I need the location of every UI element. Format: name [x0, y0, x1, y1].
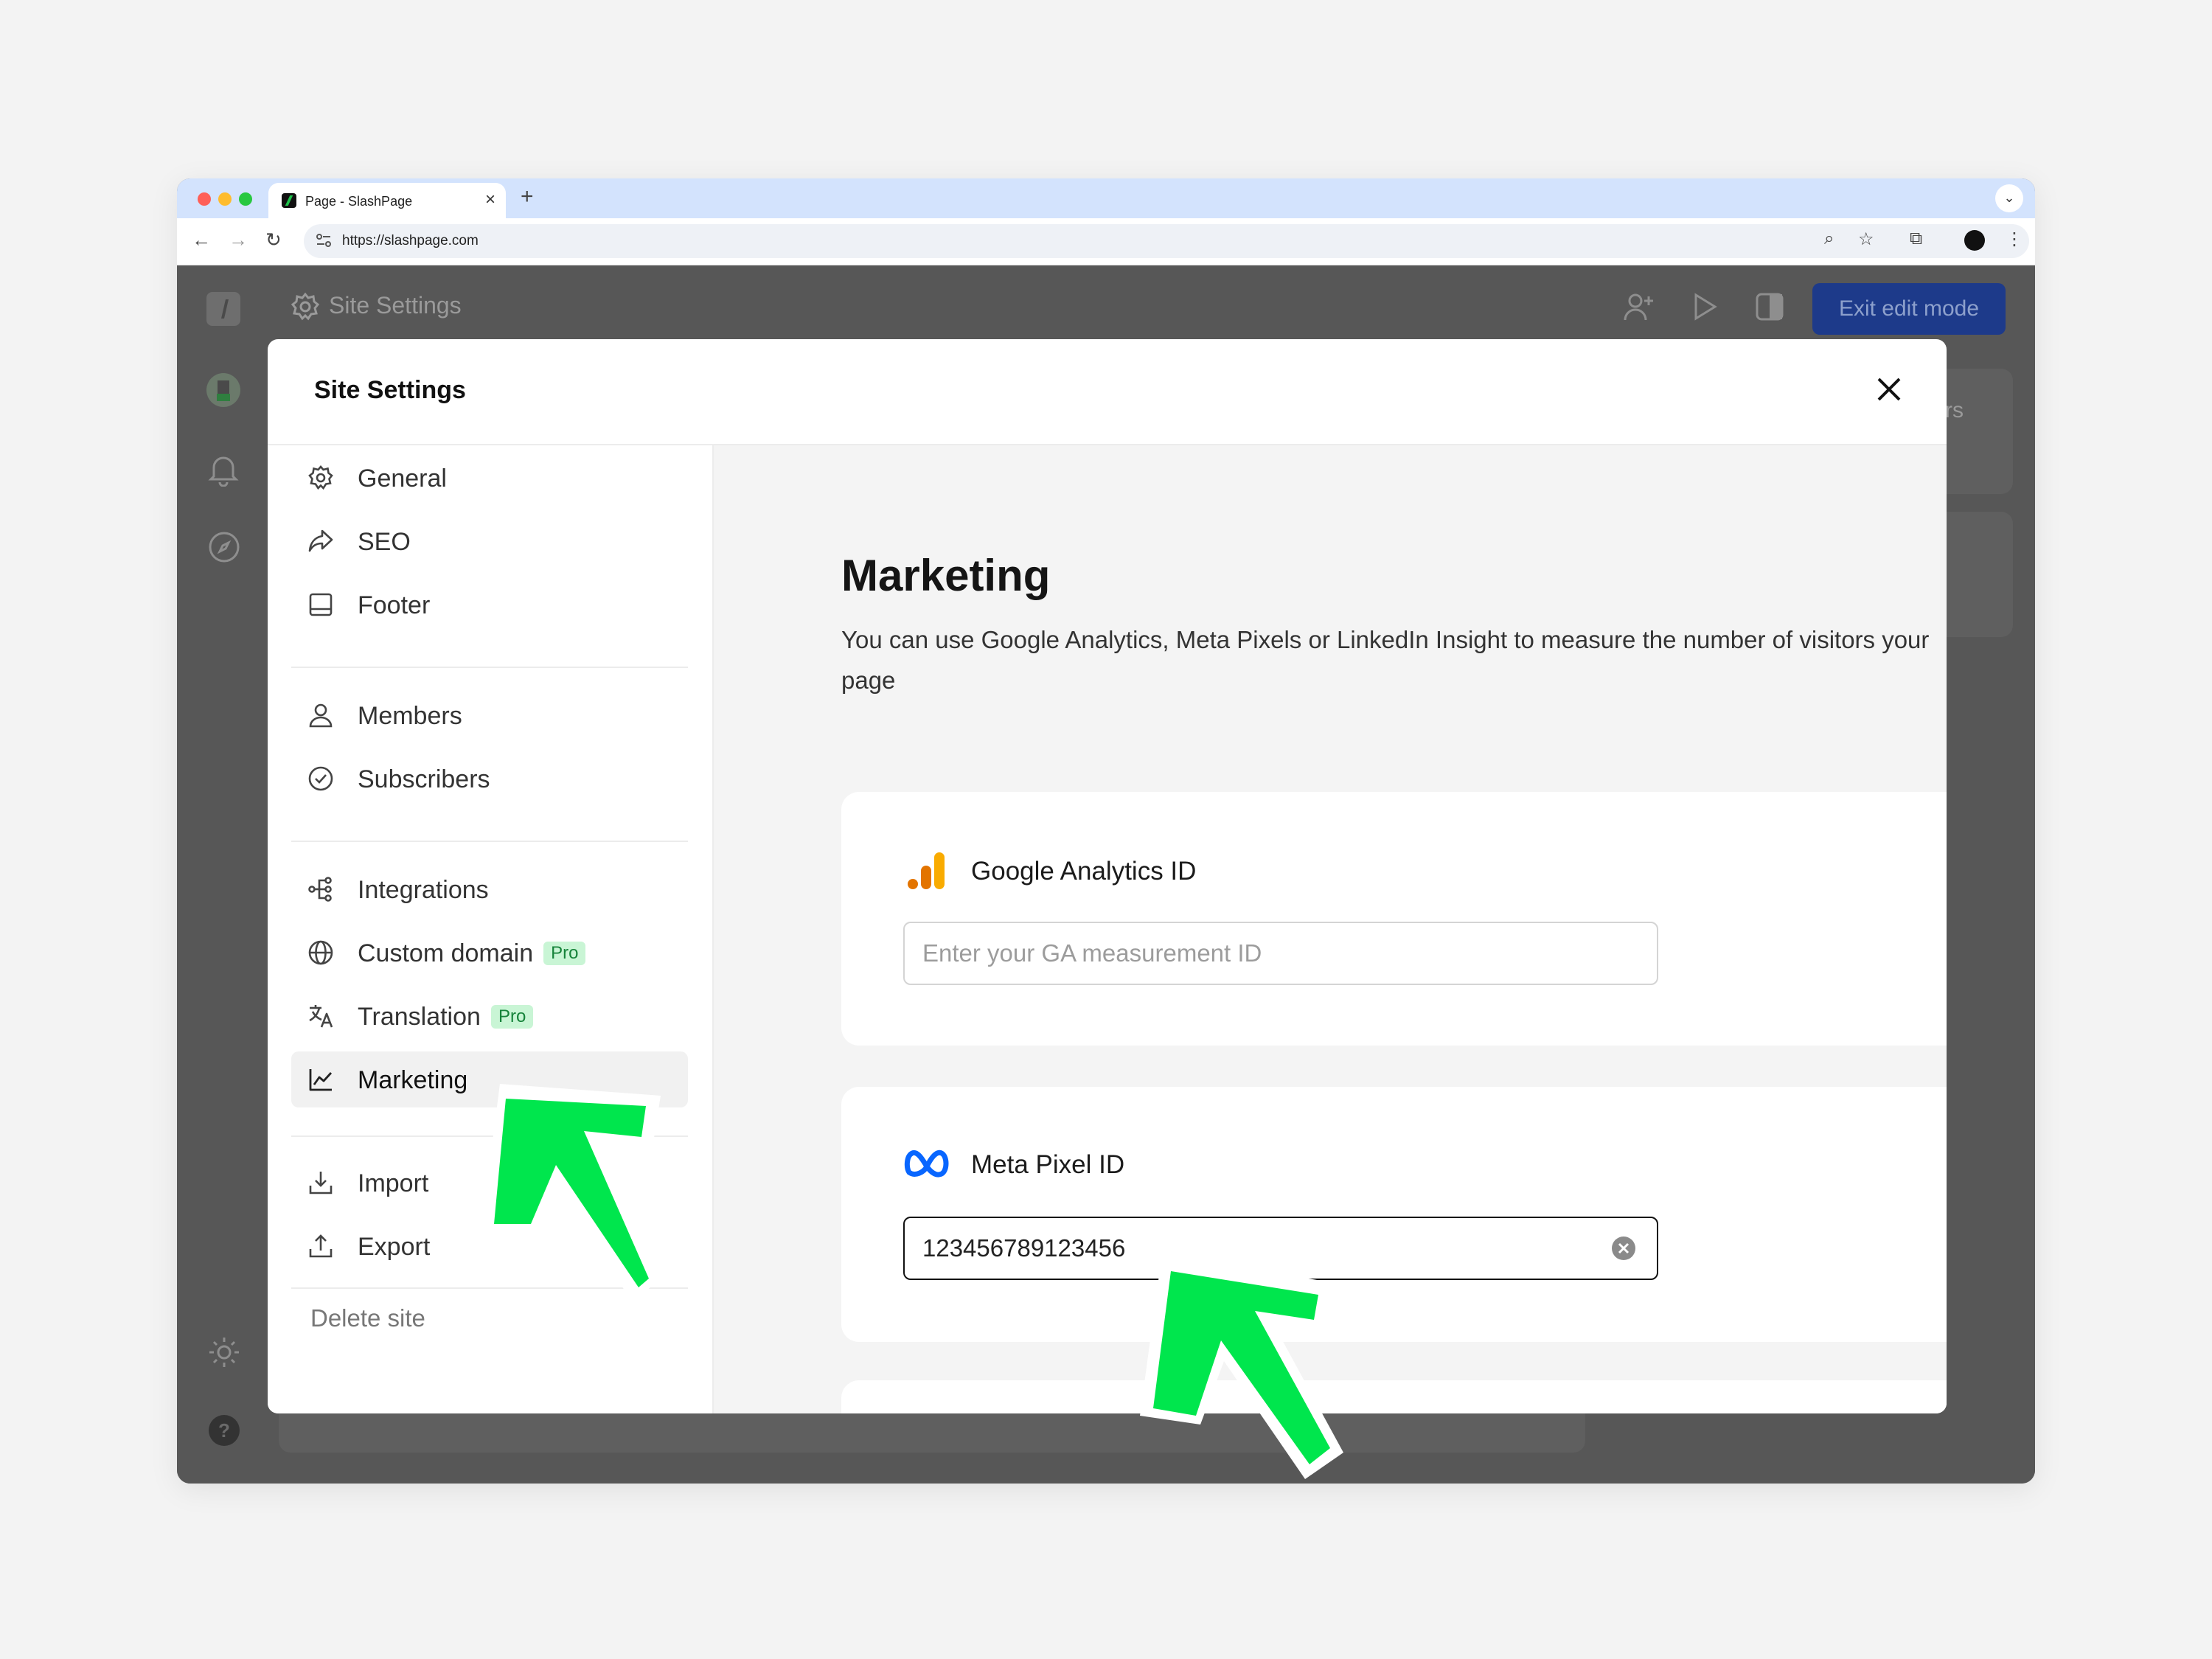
meta-logo-icon — [904, 1150, 949, 1178]
user-icon — [309, 703, 333, 728]
gear-icon — [308, 465, 333, 490]
linkedin-card — [841, 1380, 1947, 1413]
annotation-arrow-icon — [1140, 1253, 1343, 1479]
notifications-bell-icon[interactable] — [208, 453, 239, 487]
close-tab-icon[interactable]: × — [485, 189, 495, 210]
sidebar-item-members[interactable]: Members — [291, 687, 688, 743]
modal-header: Site Settings — [268, 339, 1947, 445]
slashpage-favicon-icon — [282, 193, 296, 208]
help-question-icon[interactable]: ? — [208, 1414, 240, 1447]
custom-domain-label: Custom domain — [358, 939, 534, 967]
sidebar-item-label: Marketing — [358, 1066, 468, 1094]
sidebar-item-footer[interactable]: Footer — [291, 577, 688, 633]
zoom-icon[interactable]: ⌕ — [1824, 229, 1834, 249]
sidebar-item-seo[interactable]: SEO — [291, 513, 688, 569]
sidebar-item-label: Export — [358, 1233, 431, 1261]
download-icon — [309, 1172, 333, 1194]
close-modal-icon[interactable] — [1873, 373, 1905, 406]
sidebar-item-label: Import — [358, 1169, 429, 1197]
close-window-icon[interactable] — [198, 192, 211, 206]
clear-input-icon[interactable] — [1611, 1236, 1636, 1261]
sidebar-item-label: General — [358, 465, 447, 493]
header-title: Site Settings — [329, 292, 462, 319]
modal-title: Site Settings — [314, 376, 466, 404]
background-card-text: rs — [1945, 398, 1964, 422]
sidebar-item-label: Members — [358, 702, 462, 730]
share-arrow-icon — [308, 529, 333, 552]
delete-site-link[interactable]: Delete site — [310, 1304, 425, 1332]
translation-label: Translation — [358, 1003, 481, 1031]
reload-icon[interactable]: ↻ — [265, 229, 282, 251]
sidebar-item-label: Subscribers — [358, 765, 490, 793]
sidebar-item-label: SEO — [358, 528, 411, 556]
tab-search-chevron-icon[interactable]: ⌄ — [1995, 184, 2023, 212]
url-text: https://slashpage.com — [342, 233, 479, 248]
browser-tab[interactable]: Page - SlashPage × — [268, 183, 506, 218]
svg-text:?: ? — [218, 1419, 230, 1441]
exit-edit-mode-button[interactable]: Exit edit mode — [1812, 283, 2006, 335]
preview-play-icon[interactable] — [1690, 291, 1719, 323]
annotation-arrow-icon — [481, 1084, 661, 1302]
meta-title: Meta Pixel ID — [971, 1150, 1125, 1179]
check-circle-icon — [308, 766, 333, 791]
line-chart-icon — [309, 1069, 333, 1091]
panel-toggle-icon[interactable] — [1755, 292, 1784, 321]
browser-menu-icon[interactable]: ⋮ — [2006, 229, 2023, 250]
meta-pixel-card: Meta Pixel ID — [841, 1087, 1947, 1342]
invite-user-icon[interactable] — [1622, 291, 1655, 323]
tab-title: Page - SlashPage — [305, 194, 413, 209]
sidebar-item-integrations[interactable]: Integrations — [291, 861, 688, 917]
settings-gear-icon — [291, 292, 320, 321]
slashpage-logo-icon[interactable] — [206, 292, 240, 326]
sidebar-item-custom-domain[interactable]: Custom domain Pro — [291, 925, 688, 981]
page-description: You can use Google Analytics, Meta Pixel… — [841, 626, 1930, 694]
upload-icon — [309, 1234, 333, 1258]
minimize-window-icon[interactable] — [218, 192, 232, 206]
back-arrow-icon[interactable]: ← — [192, 229, 211, 251]
sidebar-divider — [291, 667, 688, 668]
tab-strip: Page - SlashPage × + ⌄ — [177, 178, 2035, 218]
new-tab-button[interactable]: + — [521, 184, 534, 209]
google-analytics-logo-icon — [908, 852, 945, 889]
address-bar[interactable]: https://slashpage.com — [304, 224, 2029, 258]
theme-sun-icon[interactable] — [208, 1336, 240, 1368]
sidebar-divider — [291, 841, 688, 842]
sidebar-item-label: Footer — [358, 591, 431, 619]
ga-title: Google Analytics ID — [971, 857, 1197, 886]
integrations-network-icon — [308, 877, 332, 902]
sidebar-item-general[interactable]: General — [291, 450, 688, 506]
profile-avatar-icon[interactable] — [1964, 230, 1985, 251]
pro-badge: Pro — [490, 1005, 534, 1029]
translate-icon — [309, 1005, 333, 1028]
forward-arrow-icon[interactable]: → — [229, 229, 248, 251]
sidebar-item-label: Custom domain Pro — [358, 939, 586, 968]
ga-measurement-id-input[interactable] — [903, 922, 1658, 985]
bookmark-star-icon[interactable]: ☆ — [1858, 229, 1874, 250]
google-analytics-card: Google Analytics ID — [841, 792, 1947, 1046]
sidebar-item-label: Translation Pro — [358, 1003, 534, 1032]
globe-icon — [308, 940, 333, 965]
pro-badge: Pro — [543, 942, 586, 965]
site-info-icon[interactable] — [316, 233, 332, 248]
maximize-window-icon[interactable] — [239, 192, 252, 206]
page-title: Marketing — [841, 551, 1051, 600]
sidebar-item-subscribers[interactable]: Subscribers — [291, 751, 688, 807]
browser-toolbar: ← → ↻ https://slashpage.com ⌕ ☆ ⧉ ⋮ — [177, 218, 2035, 265]
sidebar-item-translation[interactable]: Translation Pro — [291, 988, 688, 1044]
workspace-avatar-icon[interactable] — [206, 373, 240, 407]
sidebar-item-label: Integrations — [358, 876, 489, 904]
footer-layout-icon — [309, 593, 333, 616]
extensions-icon[interactable]: ⧉ — [1910, 229, 1922, 249]
explore-compass-icon[interactable] — [208, 531, 240, 563]
